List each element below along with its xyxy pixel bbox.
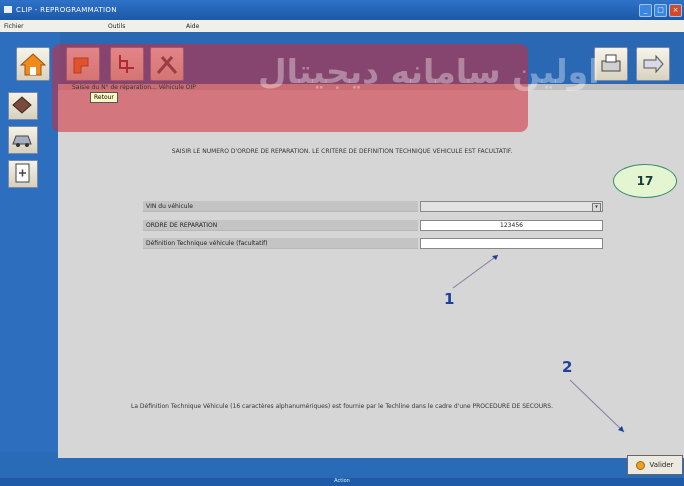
status-bar: Action (0, 478, 684, 486)
annotation-2: 2 (562, 358, 573, 376)
validate-label: Valider (649, 461, 674, 469)
annotation-arrows (452, 254, 625, 433)
arrow-1 (452, 254, 499, 289)
annotation-1: 1 (444, 290, 455, 308)
status-text: Action (334, 478, 350, 484)
validate-icon (636, 460, 646, 470)
procedure-note: La Définition Technique Véhicule (16 car… (131, 403, 553, 410)
validate-button[interactable]: Valider (627, 455, 683, 475)
